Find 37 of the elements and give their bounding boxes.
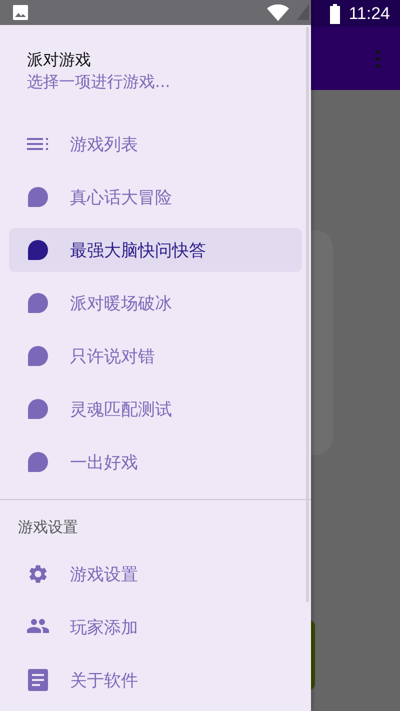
menu-label: 派对暖场破冰: [70, 292, 172, 315]
image-icon: [13, 4, 28, 20]
drawer-subtitle: 选择一项进行游戏...: [27, 72, 172, 93]
menu-item[interactable]: 只许说对错: [9, 334, 302, 378]
bubble-icon: [27, 345, 49, 368]
menu-label: 玩家添加: [70, 616, 138, 638]
list-icon: [27, 137, 49, 152]
bubble-icon: [27, 239, 49, 262]
menu-label: 最强大脑快问快答: [70, 240, 206, 262]
menu-label: 关于软件: [70, 670, 138, 692]
menu-item[interactable]: 关于软件: [9, 658, 302, 702]
more-icon[interactable]: [376, 50, 380, 68]
menu-label: 游戏设置: [70, 564, 138, 586]
menu-item[interactable]: 真心话大冒险: [9, 175, 302, 220]
menu-item[interactable]: 派对暖场破冰: [9, 281, 302, 326]
menu-item[interactable]: 最强大脑快问快答: [9, 228, 302, 272]
bubble-icon: [27, 186, 49, 208]
menu-item[interactable]: 游戏设置: [9, 552, 302, 596]
menu-item[interactable]: 一出好戏: [9, 440, 302, 484]
bubble-icon: [27, 451, 49, 474]
clock-time: 11:24: [348, 4, 390, 24]
section-heading: 游戏设置: [17, 516, 79, 538]
menu-label: 只许说对错: [70, 346, 155, 368]
bubble-icon: [27, 292, 49, 314]
menu-label: 一出好戏: [70, 452, 138, 474]
menu-label: 灵魂匹配测试: [70, 398, 172, 421]
menu-item[interactable]: 玩家添加: [9, 605, 302, 649]
battery-icon: [328, 4, 341, 24]
menu-item[interactable]: 游戏列表: [9, 122, 302, 166]
menu-item[interactable]: 灵魂匹配测试: [9, 387, 302, 432]
bubble-icon: [27, 398, 49, 420]
wifi-icon: [267, 4, 289, 21]
menu-label: 真心话大冒险: [70, 186, 172, 209]
document-icon: [28, 669, 48, 691]
drawer-title: 派对游戏: [27, 50, 92, 71]
menu-label: 游戏列表: [70, 134, 138, 156]
settings-icon: [27, 563, 49, 585]
